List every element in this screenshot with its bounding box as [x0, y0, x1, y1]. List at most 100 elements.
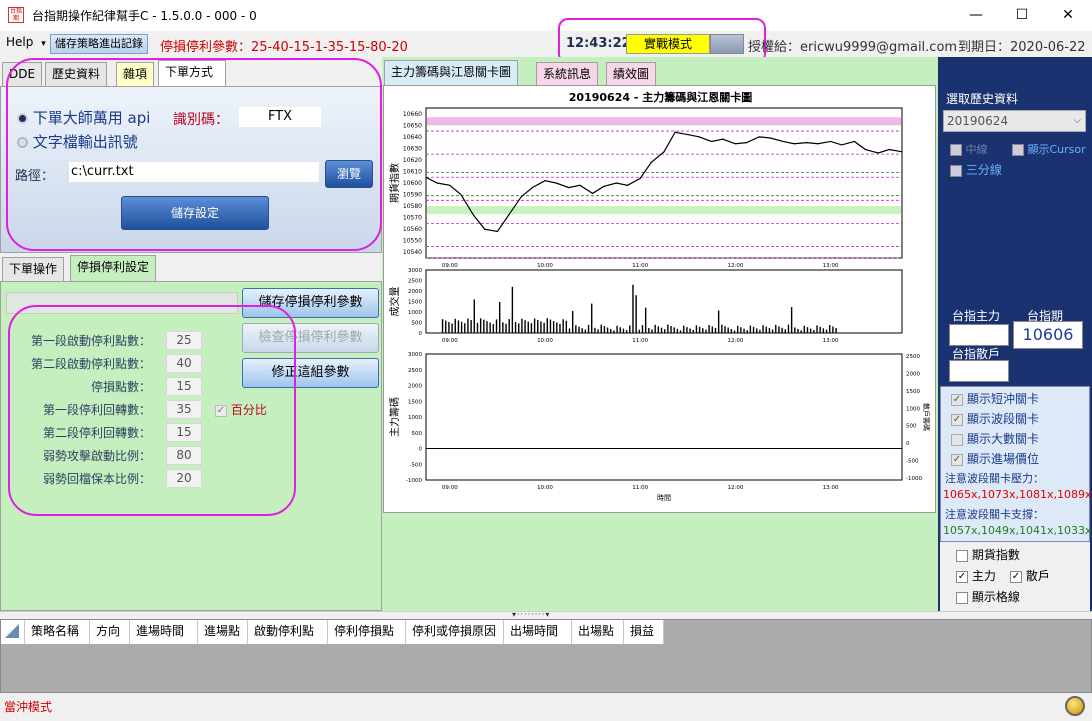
midline-checkbox[interactable]: 中線: [950, 141, 988, 157]
column-header[interactable]: 進場時間: [130, 620, 198, 644]
pressure-band: [427, 117, 901, 126]
y-tick-label: 3000: [408, 352, 422, 358]
price-point: [592, 192, 594, 194]
volume-bar: [514, 321, 517, 333]
volume-bar: [670, 325, 672, 333]
futures-index-checkbox[interactable]: 期貨指數: [956, 546, 1020, 563]
right-tick-label: 1500: [906, 389, 920, 395]
right-tick-label: 500: [906, 424, 917, 430]
volume-bar: [803, 325, 806, 333]
tab-performance[interactable]: 績效圖: [606, 62, 657, 86]
column-header[interactable]: 損益: [624, 620, 664, 644]
minimize-button[interactable]: —: [953, 0, 999, 31]
tri-checkbox[interactable]: 三分線: [950, 161, 1002, 178]
x-tick-label: 11:00: [632, 338, 648, 344]
level-check-label: 顯示進場價位: [967, 452, 1040, 466]
volume-bar: [790, 307, 793, 333]
volume-bar: [565, 320, 568, 333]
level-checkbox[interactable]: ✓ 顯示進場價位: [951, 450, 1039, 467]
help-menu[interactable]: Help ▾: [6, 35, 46, 49]
volume-bar: [787, 324, 790, 333]
level-checkbox[interactable]: 顯示大數關卡: [951, 430, 1039, 447]
volume-bar: [660, 327, 663, 333]
tab-system-msg[interactable]: 系統訊息: [536, 62, 599, 86]
chevron-down-icon: ⌵: [1073, 115, 1081, 126]
cursor-checkbox[interactable]: 顯示Cursor: [1012, 141, 1086, 157]
column-header[interactable]: 啟動停利點: [248, 620, 328, 644]
volume-bar: [546, 318, 548, 333]
volume-bar: [587, 324, 590, 333]
price-point: [864, 148, 867, 151]
x-tick-label: 09:00: [442, 338, 458, 344]
volume-bar: [467, 318, 469, 333]
column-header[interactable]: 方向: [90, 620, 130, 644]
level-checkbox[interactable]: ✓ 顯示短沖關卡: [951, 390, 1039, 407]
column-header[interactable]: 停利停損點: [328, 620, 406, 644]
y-tick-label: 500: [412, 431, 423, 437]
splitter[interactable]: ▾········▾: [0, 610, 1092, 619]
checkbox-icon: [956, 549, 968, 562]
tab-stoploss[interactable]: 停損停利設定: [70, 255, 157, 281]
volume-bar: [778, 326, 780, 333]
x-tick-label: 11:00: [632, 263, 648, 269]
mode-indicator[interactable]: 實戰模式: [626, 34, 710, 54]
price-point: [901, 151, 903, 153]
volume-bar: [727, 327, 729, 333]
y-tick-label: -1000: [406, 478, 422, 484]
price-point: [817, 143, 819, 145]
volume-bar: [584, 329, 587, 333]
column-header[interactable]: 進場點: [198, 620, 248, 644]
license-text: 授權給：ericwu9999@gmail.com: [748, 40, 958, 55]
tab-order-ops[interactable]: 下單操作: [2, 257, 65, 281]
price-point: [674, 131, 676, 133]
tab-chart[interactable]: 主力籌碼與江恩關卡圖: [384, 60, 519, 86]
close-button[interactable]: ✕: [1045, 0, 1091, 31]
grid-checkbox[interactable]: 顯示格線: [956, 588, 1020, 605]
column-header[interactable]: 策略名稱: [25, 620, 90, 644]
x-tick-label: 10:00: [537, 485, 553, 491]
level-checkbox[interactable]: ✓ 顯示波段關卡: [951, 410, 1039, 427]
volume-bar: [775, 324, 777, 333]
volume-bar: [552, 321, 555, 333]
column-header[interactable]: 停利或停損原因: [406, 620, 504, 644]
volume-bar: [448, 322, 450, 333]
main-checkbox[interactable]: ✓ 主力: [956, 567, 996, 584]
expiry-text: 到期日：2020-06-22: [958, 40, 1086, 55]
save-strategy-log-button[interactable]: 儲存策略進出記錄: [50, 34, 148, 54]
volume-bar: [527, 321, 529, 333]
volume-bar: [679, 330, 682, 333]
main-force-value: [949, 324, 1009, 346]
volume-bar: [689, 328, 691, 333]
order-method-panel: DDE 歷史資料 雜項 下單方式 下單大師萬用 api 文字檔輸出訊號 識別碼：…: [0, 57, 382, 253]
volume-bar: [781, 327, 783, 333]
app-icon: 台指期: [8, 7, 24, 23]
volume-bar: [594, 327, 596, 333]
trade-table: 策略名稱 方向 進場時間 進場點 啟動停利點 停利停損點 停利或停損原因 出場時間 出場點 損益: [0, 619, 1092, 693]
volume-bar: [629, 325, 631, 333]
y-tick-label: 0: [419, 447, 423, 453]
volume-bar: [762, 325, 764, 333]
volume-bar: [533, 318, 536, 333]
price-point: [615, 182, 617, 184]
volume-bar: [825, 329, 828, 333]
volume-bar: [667, 324, 669, 333]
column-header[interactable]: 出場時間: [504, 620, 572, 644]
table-corner: [1, 620, 25, 644]
y-axis-label: 成交量: [388, 287, 401, 317]
volume-bar: [473, 299, 475, 333]
history-label: 選取歷史資料: [946, 92, 1019, 106]
volume-bar: [721, 324, 723, 333]
retail-checkbox[interactable]: ✓ 散戶: [1010, 567, 1050, 584]
mode-toggle[interactable]: [710, 34, 744, 54]
column-header[interactable]: 出場點: [572, 620, 624, 644]
volume-bar: [581, 328, 583, 333]
volume-bar: [483, 319, 485, 333]
maximize-button[interactable]: ☐: [999, 0, 1045, 31]
price-point: [758, 136, 760, 138]
price-point: [568, 187, 570, 189]
volume-bar: [457, 320, 460, 333]
history-select[interactable]: 20190624 ⌵: [943, 110, 1086, 132]
y-tick-label: 10610: [403, 168, 422, 175]
volume-bar: [470, 320, 472, 333]
chart-canvas: 20190624 - 主力籌碼與江恩關卡圖 10660 10650 10640 106…: [383, 85, 936, 513]
